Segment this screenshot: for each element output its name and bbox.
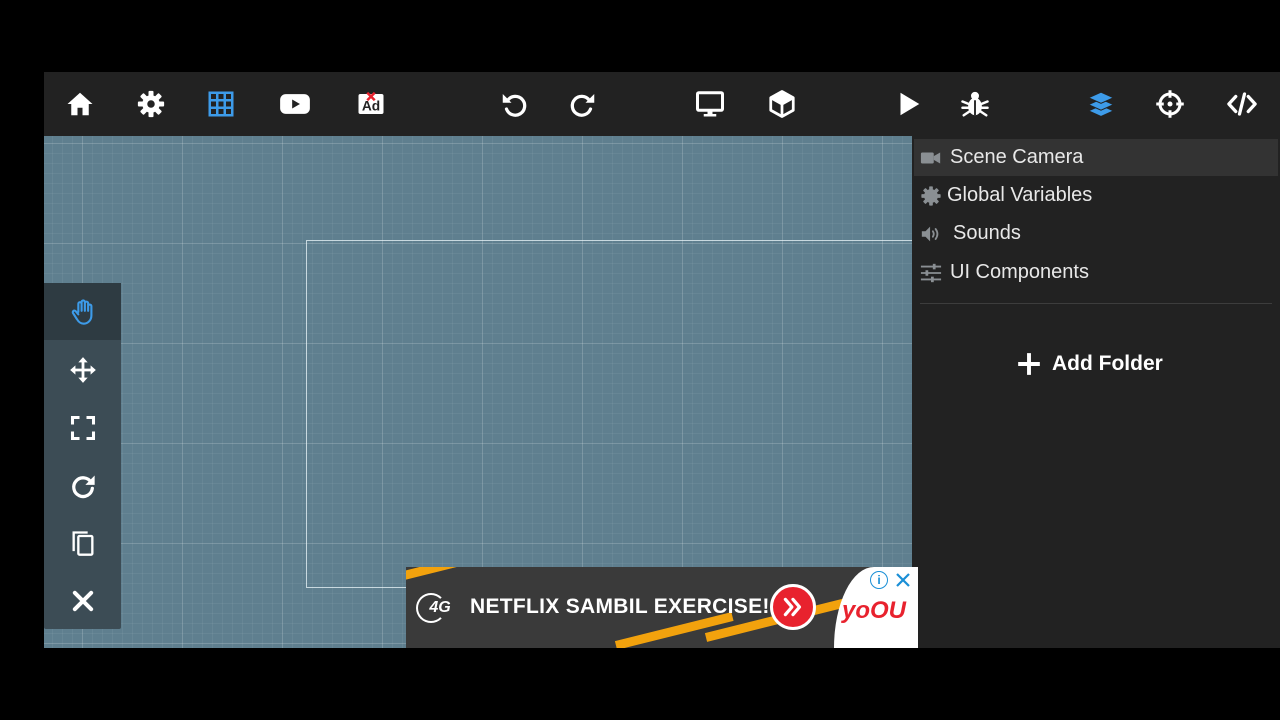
layers-icon <box>1087 91 1115 118</box>
undo-icon <box>502 94 527 117</box>
scale-icon <box>70 415 95 440</box>
panel-item-label: Sounds <box>953 222 1021 244</box>
remove-ads-button[interactable]: Ad <box>349 86 393 122</box>
panel-divider <box>920 303 1272 304</box>
settings-button[interactable] <box>129 86 173 122</box>
cube-icon <box>769 90 795 118</box>
home-icon <box>67 92 93 116</box>
svg-text:Ad: Ad <box>362 98 380 113</box>
panel-item-label: UI Components <box>950 261 1089 283</box>
top-toolbar: Ad <box>44 72 1280 136</box>
duplicate-tool-button[interactable] <box>44 514 121 571</box>
move-icon <box>69 356 96 383</box>
rotate-icon <box>71 475 95 498</box>
panel-item-label: Global Variables <box>947 184 1093 206</box>
pan-tool-button[interactable] <box>44 283 121 340</box>
monitor-icon <box>696 91 724 117</box>
redo-icon <box>570 94 595 117</box>
ad-logo: 4G <box>416 593 464 623</box>
panel-item-ui-components[interactable]: UI Components <box>914 254 1278 291</box>
rotate-tool-button[interactable] <box>44 457 121 514</box>
preview-screen-button[interactable] <box>688 86 732 122</box>
youtube-icon <box>280 94 310 114</box>
undo-button[interactable] <box>492 86 536 122</box>
gear-icon <box>918 185 944 207</box>
scene-hierarchy-panel: Scene Camera Global Variables Sounds UI … <box>912 136 1280 648</box>
copy-icon <box>72 530 94 556</box>
ad-info-icon[interactable]: i <box>870 571 888 589</box>
sliders-icon <box>918 262 944 284</box>
play-icon <box>900 92 920 116</box>
add-folder-button[interactable]: Add Folder <box>1016 346 1163 382</box>
scene-camera-frame <box>306 240 912 588</box>
transform-tools-panel <box>44 283 121 629</box>
video-camera-icon <box>918 147 944 169</box>
ad-banner[interactable]: 4G NETFLIX SAMBIL EXERCISE! yoOU i <box>406 567 918 648</box>
grid-toggle-button[interactable] <box>199 86 243 122</box>
youtube-button[interactable] <box>273 86 317 122</box>
hand-icon <box>71 298 92 325</box>
add-folder-label: Add Folder <box>1052 352 1163 375</box>
scale-tool-button[interactable] <box>44 399 121 456</box>
ad-brand-logo: yoOU <box>842 597 907 624</box>
ad-go-button[interactable] <box>770 584 816 630</box>
delete-tool-button[interactable] <box>44 572 121 629</box>
ad-close-button[interactable] <box>894 571 912 589</box>
double-chevron-right-icon <box>783 597 802 617</box>
close-icon <box>896 573 910 587</box>
panel-item-label: Scene Camera <box>950 146 1084 168</box>
bug-icon <box>961 91 989 117</box>
3d-objects-button[interactable] <box>760 86 804 122</box>
play-button[interactable] <box>886 86 930 122</box>
gear-icon <box>137 90 165 118</box>
panel-item-global-variables[interactable]: Global Variables <box>914 177 1278 214</box>
ad-headline: NETFLIX SAMBIL EXERCISE! <box>470 595 770 618</box>
home-button[interactable] <box>58 86 102 122</box>
layers-button[interactable] <box>1079 86 1123 122</box>
speaker-icon <box>918 223 944 245</box>
move-tool-button[interactable] <box>44 341 121 398</box>
code-icon <box>1227 92 1257 116</box>
target-button[interactable] <box>1148 86 1192 122</box>
crosshair-icon <box>1156 90 1184 118</box>
ad-stripe <box>406 567 466 582</box>
grid-icon <box>208 91 234 117</box>
ad-icon: Ad <box>358 91 384 114</box>
debug-button[interactable] <box>953 86 997 122</box>
redo-button[interactable] <box>561 86 605 122</box>
code-editor-button[interactable] <box>1220 86 1264 122</box>
editor-app: Ad Scene Camera Global Variables Sounds … <box>44 72 1280 648</box>
plus-icon <box>1018 353 1040 375</box>
panel-item-scene-camera[interactable]: Scene Camera <box>914 139 1278 176</box>
panel-item-sounds[interactable]: Sounds <box>914 215 1278 252</box>
close-icon <box>72 590 93 611</box>
